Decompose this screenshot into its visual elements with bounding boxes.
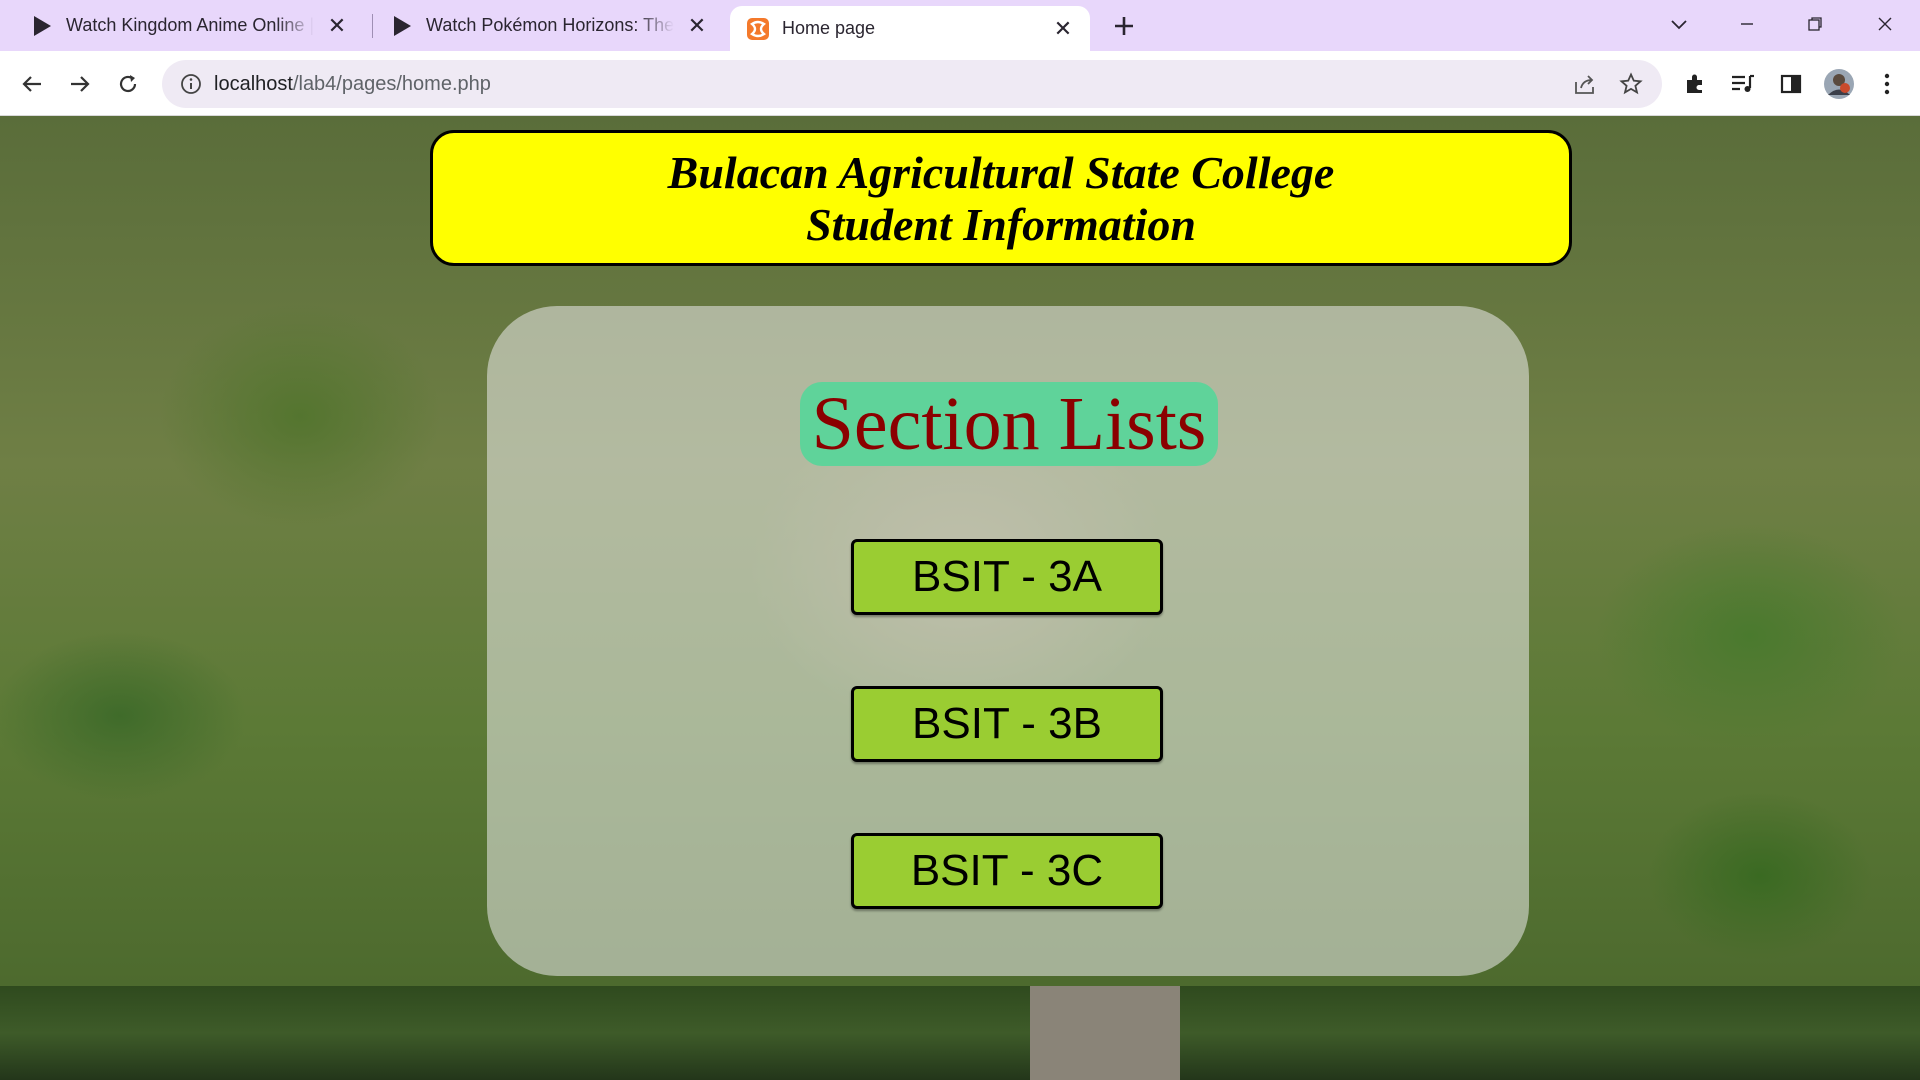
xampp-icon [746,17,770,41]
page-viewport: Bulacan Agricultural State College Stude… [0,116,1920,1080]
tab-divider [372,14,373,38]
section-lists-title: Section Lists [800,382,1218,466]
minimize-button[interactable] [1724,6,1770,42]
tab-title: Watch Kingdom Anime Online | [66,15,314,35]
section-button-3b[interactable]: BSIT - 3B [851,686,1163,762]
play-icon [390,14,414,38]
play-icon [30,14,54,38]
tab-kingdom[interactable]: Watch Kingdom Anime Online | ✕ [0,0,364,51]
new-tab-button[interactable] [1108,10,1140,42]
tab-pokemon[interactable]: Watch Pokémon Horizons: The S ✕ [374,0,724,51]
tab-home-page[interactable]: Home page ✕ [730,6,1090,51]
restore-button[interactable] [1792,6,1838,42]
back-button[interactable] [14,66,50,102]
reload-button[interactable] [110,66,146,102]
close-window-button[interactable] [1862,6,1908,42]
url-path: /lab4/pages/home.php [292,72,491,95]
section-button-3c[interactable]: BSIT - 3C [851,833,1163,909]
tab-title: Watch Pokémon Horizons: The S [426,15,674,35]
url-text: localhost/lab4/pages/home.php [214,73,1570,96]
side-panel-icon[interactable] [1776,69,1806,99]
close-icon[interactable]: ✕ [684,13,710,39]
tab-strip: Watch Kingdom Anime Online | ✕ Watch Pok… [0,0,1920,51]
extensions-icon[interactable] [1680,69,1710,99]
media-control-icon[interactable] [1728,69,1758,99]
share-icon[interactable] [1570,69,1600,99]
url-host: localhost [214,72,293,95]
browser-toolbar: localhost/lab4/pages/home.php [0,51,1920,116]
menu-icon[interactable] [1872,69,1902,99]
tab-title: Home page [782,18,876,38]
page-subtitle: Student Information [806,199,1196,250]
close-icon[interactable]: ✕ [324,13,350,39]
star-icon[interactable] [1616,69,1646,99]
profile-avatar[interactable] [1822,67,1856,101]
background-gate [1030,986,1180,1080]
page-header: Bulacan Agricultural State College Stude… [430,130,1572,266]
chevron-down-icon[interactable] [1656,6,1702,42]
info-icon[interactable] [178,71,204,97]
close-icon[interactable]: ✕ [1050,16,1076,42]
section-button-3a[interactable]: BSIT - 3A [851,539,1163,615]
background-repeat-strip [0,986,1920,1080]
address-bar[interactable]: localhost/lab4/pages/home.php [162,60,1662,108]
section-panel: Section Lists BSIT - 3A BSIT - 3B BSIT -… [487,306,1529,976]
college-name: Bulacan Agricultural State College [667,147,1335,198]
forward-button[interactable] [62,66,98,102]
